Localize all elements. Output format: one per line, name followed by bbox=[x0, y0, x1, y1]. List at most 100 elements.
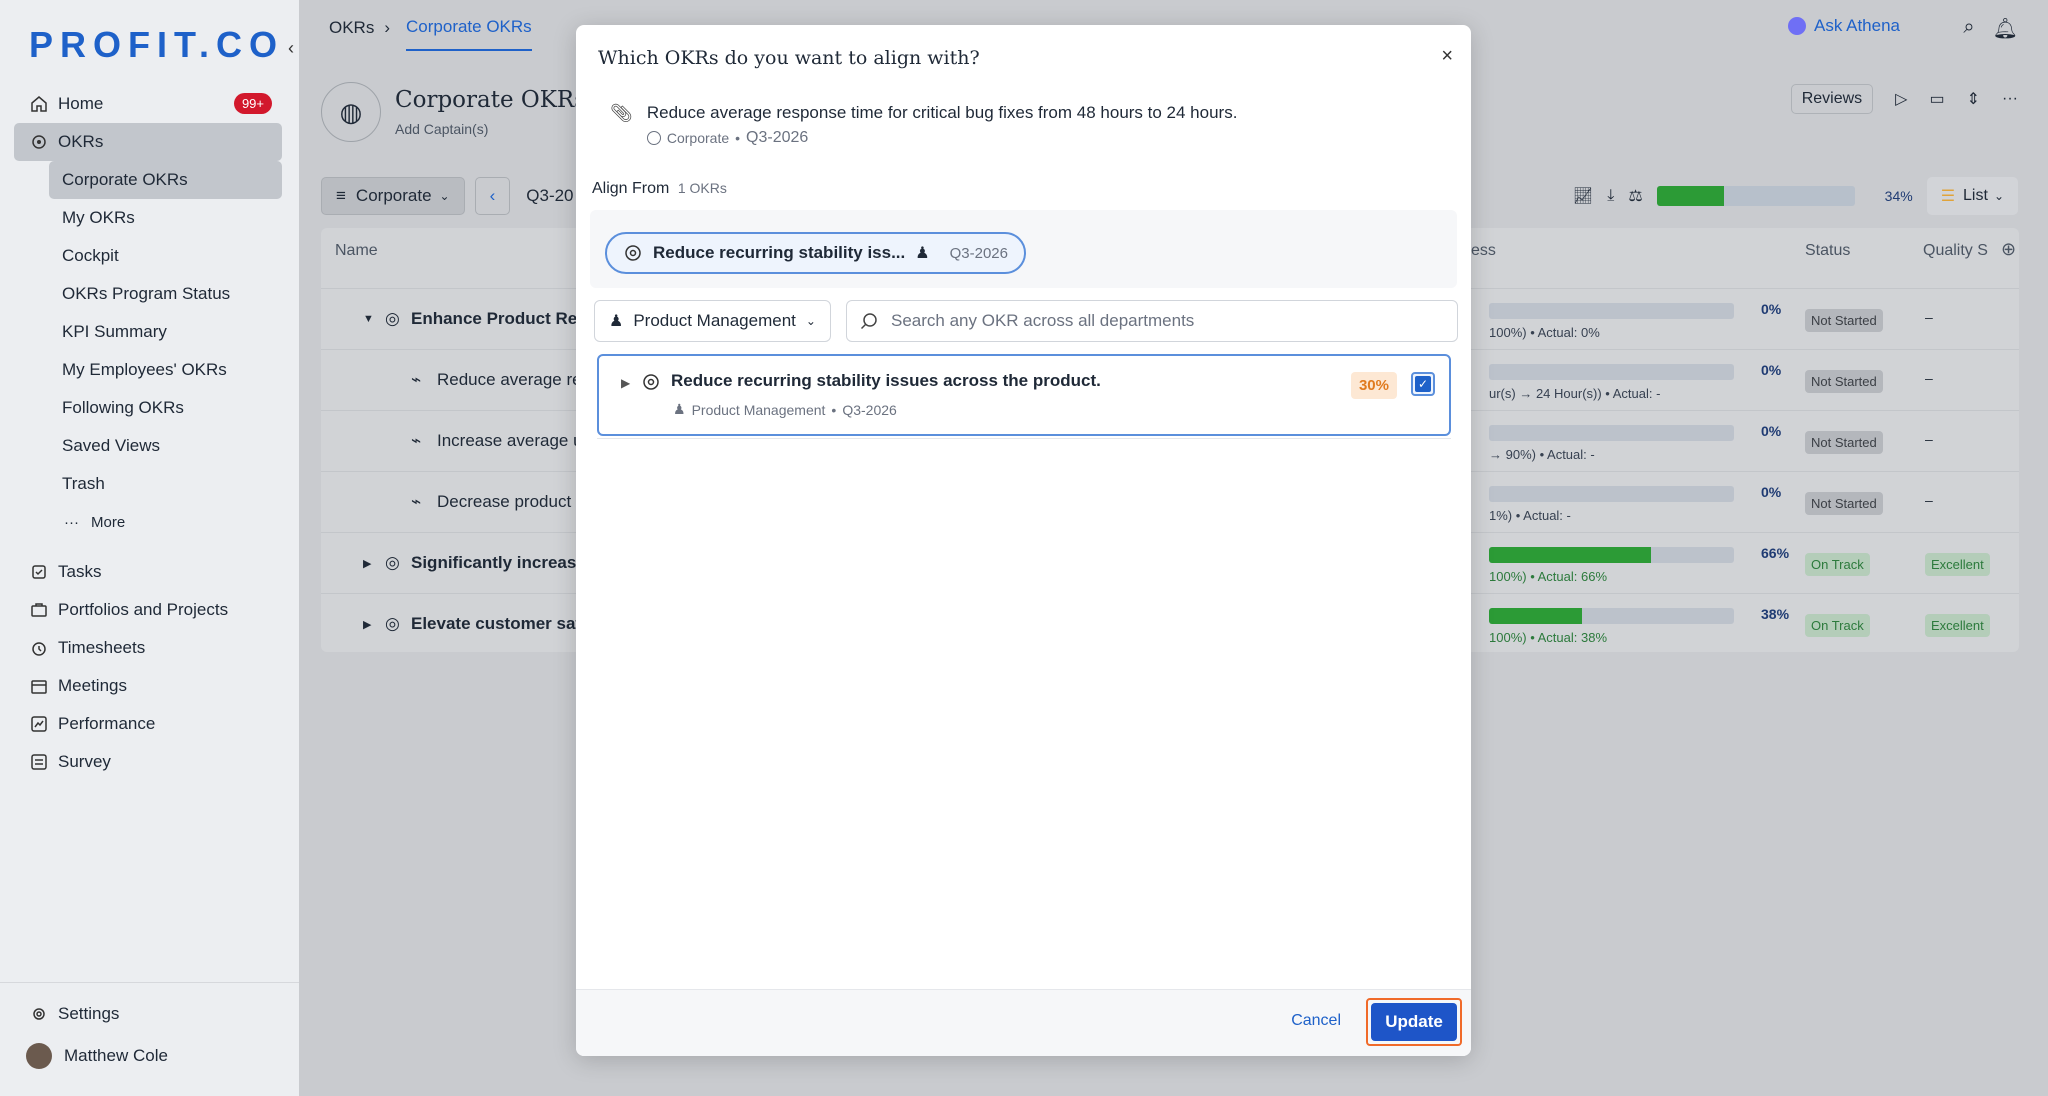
nav-home[interactable]: Home 99+ bbox=[14, 85, 282, 123]
update-button[interactable]: Update bbox=[1371, 1003, 1457, 1041]
row-name[interactable]: Significantly increase bbox=[411, 553, 586, 573]
bell-icon[interactable]: 🔔︎ bbox=[1993, 16, 2018, 41]
align-from-heading: Align From 1 OKRs bbox=[592, 180, 727, 198]
nav-meetings[interactable]: Meetings bbox=[14, 667, 282, 705]
view-list-label: List bbox=[1963, 187, 1988, 204]
period-prev-button[interactable]: ‹ bbox=[474, 177, 511, 215]
key-result-icon: 📎︎ bbox=[610, 103, 633, 123]
row-progress-pct: 0% bbox=[1761, 362, 1782, 378]
department-filter-dropdown[interactable]: ♟︎ Product Management ⌄ bbox=[594, 300, 831, 342]
reviews-button[interactable]: Reviews bbox=[1790, 84, 1874, 114]
source-okr-meta: Corporate • Q3-2026 bbox=[646, 129, 1238, 147]
nav-kpi-summary[interactable]: KPI Summary bbox=[14, 313, 282, 351]
search-result-okr[interactable]: ▶ Reduce recurring stability issues acro… bbox=[597, 354, 1451, 436]
collapse-sidebar-button[interactable]: ‹ bbox=[288, 38, 294, 59]
toolbar: 📈︎ ⤓ ⚖︎ 34% ☰ List ⌄ bbox=[1573, 177, 2018, 215]
search-icon[interactable]: ⌕ bbox=[1963, 16, 1974, 41]
play-icon[interactable]: ▷ bbox=[1895, 89, 1907, 109]
expand-icon[interactable]: ⇕ bbox=[1967, 89, 1980, 109]
okr-search-field bbox=[846, 300, 1458, 342]
dept-avatar-icon: ♟︎ bbox=[609, 313, 624, 330]
survey-icon bbox=[30, 753, 48, 771]
download-icon[interactable]: ⤓ bbox=[1607, 187, 1614, 205]
period-label[interactable]: Q3-20 bbox=[526, 186, 573, 206]
column-header-status[interactable]: Status bbox=[1805, 242, 1850, 260]
result-select-checkbox[interactable]: ✓ bbox=[1411, 372, 1435, 396]
nav-saved-views[interactable]: Saved Views bbox=[14, 427, 282, 465]
scope-filter-label: Corporate bbox=[355, 186, 432, 205]
close-icon[interactable]: × bbox=[1441, 45, 1453, 68]
expand-caret-icon[interactable]: ▶ bbox=[621, 376, 630, 390]
athena-icon bbox=[1787, 17, 1806, 35]
column-header-name[interactable]: Name bbox=[335, 242, 378, 260]
nav-performance[interactable]: Performance bbox=[14, 705, 282, 743]
balance-icon[interactable]: ⚖︎ bbox=[1628, 186, 1642, 206]
nav-settings[interactable]: Settings bbox=[14, 995, 282, 1033]
scope-filter-button[interactable]: ≡ Corporate ⌄ bbox=[321, 177, 465, 215]
status-badge: Not Started bbox=[1805, 431, 1883, 454]
nav-timesheets[interactable]: Timesheets bbox=[14, 629, 282, 667]
nav-home-label: Home bbox=[58, 94, 104, 113]
nav-more[interactable]: ··· More bbox=[14, 503, 282, 541]
nav-survey[interactable]: Survey bbox=[14, 743, 282, 781]
expand-caret-icon[interactable]: ▶ bbox=[363, 618, 371, 631]
chevron-down-icon: ⌄ bbox=[439, 189, 450, 203]
view-list-button[interactable]: ☰ List ⌄ bbox=[1926, 177, 2018, 215]
source-okr: 📎︎ Reduce average response time for crit… bbox=[610, 103, 1237, 147]
comment-icon[interactable]: ▭ bbox=[1929, 89, 1944, 109]
main-nav: Home 99+ OKRs Corporate OKRs My OKRs Coc… bbox=[14, 85, 282, 781]
row-name[interactable]: Enhance Product Reli bbox=[411, 309, 587, 329]
profitco-logo[interactable]: PROFIT.CO bbox=[29, 24, 284, 66]
more-options-icon[interactable]: ··· bbox=[2002, 90, 2018, 108]
row-name[interactable]: Increase average u bbox=[437, 431, 583, 451]
overall-progress-fill bbox=[1656, 186, 1724, 206]
row-progress-bar bbox=[1489, 425, 1734, 441]
ask-athena-button[interactable]: Ask Athena bbox=[1787, 16, 1900, 36]
breadcrumb-okrs[interactable]: OKRs bbox=[329, 18, 374, 38]
nav-okrs[interactable]: OKRs bbox=[14, 123, 282, 161]
nav-trash[interactable]: Trash bbox=[14, 465, 282, 503]
breadcrumb-corporate-okrs[interactable]: Corporate OKRs bbox=[406, 17, 532, 51]
analytics-icon[interactable]: 📈︎ bbox=[1573, 186, 1593, 206]
user-profile[interactable]: Matthew Cole bbox=[26, 1043, 168, 1069]
nav-my-okrs[interactable]: My OKRs bbox=[14, 199, 282, 237]
row-progress-bar bbox=[1489, 303, 1734, 319]
nav-cockpit[interactable]: Cockpit bbox=[14, 237, 282, 275]
row-name[interactable]: Elevate customer sat bbox=[411, 614, 581, 634]
globe-icon bbox=[646, 131, 661, 145]
row-progress-fill bbox=[1489, 608, 1583, 624]
expand-caret-icon[interactable]: ▶ bbox=[363, 557, 371, 570]
row-name[interactable]: Decrease product bbox=[437, 492, 571, 512]
column-header-progress[interactable]: ess bbox=[1471, 242, 1496, 260]
add-column-icon[interactable]: ⊕ bbox=[2001, 239, 2016, 260]
cancel-button[interactable]: Cancel bbox=[1291, 1012, 1341, 1030]
gear-icon bbox=[30, 1005, 48, 1023]
status-badge: Not Started bbox=[1805, 309, 1883, 332]
filter-bar: ≡ Corporate ⌄ ‹ Q3-20 bbox=[321, 177, 574, 215]
clock-icon bbox=[30, 639, 48, 657]
sidebar: PROFIT.CO ‹ Home 99+ OKRs Corporate OKRs… bbox=[0, 0, 299, 1096]
nav-settings-label: Settings bbox=[58, 1004, 120, 1023]
nav-okrs-program-status[interactable]: OKRs Program Status bbox=[14, 275, 282, 313]
search-input[interactable] bbox=[891, 311, 1431, 331]
nav-corporate-okrs[interactable]: Corporate OKRs bbox=[49, 161, 282, 199]
quality-badge: – bbox=[1925, 431, 1933, 447]
meta-separator: • bbox=[831, 401, 837, 418]
nav-my-employees-okrs[interactable]: My Employees' OKRs bbox=[14, 351, 282, 389]
selected-okr-chip[interactable]: Reduce recurring stability iss... ♟︎ Q3-… bbox=[605, 232, 1026, 274]
column-header-quality[interactable]: Quality S bbox=[1923, 242, 1988, 260]
nav-portfolios[interactable]: Portfolios and Projects bbox=[14, 591, 282, 629]
row-progress-bar bbox=[1489, 547, 1734, 563]
nav-tasks[interactable]: Tasks bbox=[14, 553, 282, 591]
row-progress-pct: 38% bbox=[1761, 606, 1790, 622]
add-captains-link[interactable]: Add Captain(s) bbox=[395, 121, 586, 137]
row-actual: ur(s) → 24 Hour(s)) • Actual: - bbox=[1489, 386, 1661, 401]
nav-settings-wrap: Settings bbox=[14, 995, 282, 1033]
status-badge: Not Started bbox=[1805, 492, 1883, 515]
department-filter-label: Product Management bbox=[633, 311, 796, 330]
expand-caret-icon[interactable]: ▼ bbox=[363, 313, 374, 325]
align-okr-dialog: Which OKRs do you want to align with? × … bbox=[576, 25, 1471, 1056]
nav-following-okrs[interactable]: Following OKRs bbox=[14, 389, 282, 427]
row-name[interactable]: Reduce average re bbox=[437, 370, 582, 390]
row-progress-bar bbox=[1489, 608, 1734, 624]
